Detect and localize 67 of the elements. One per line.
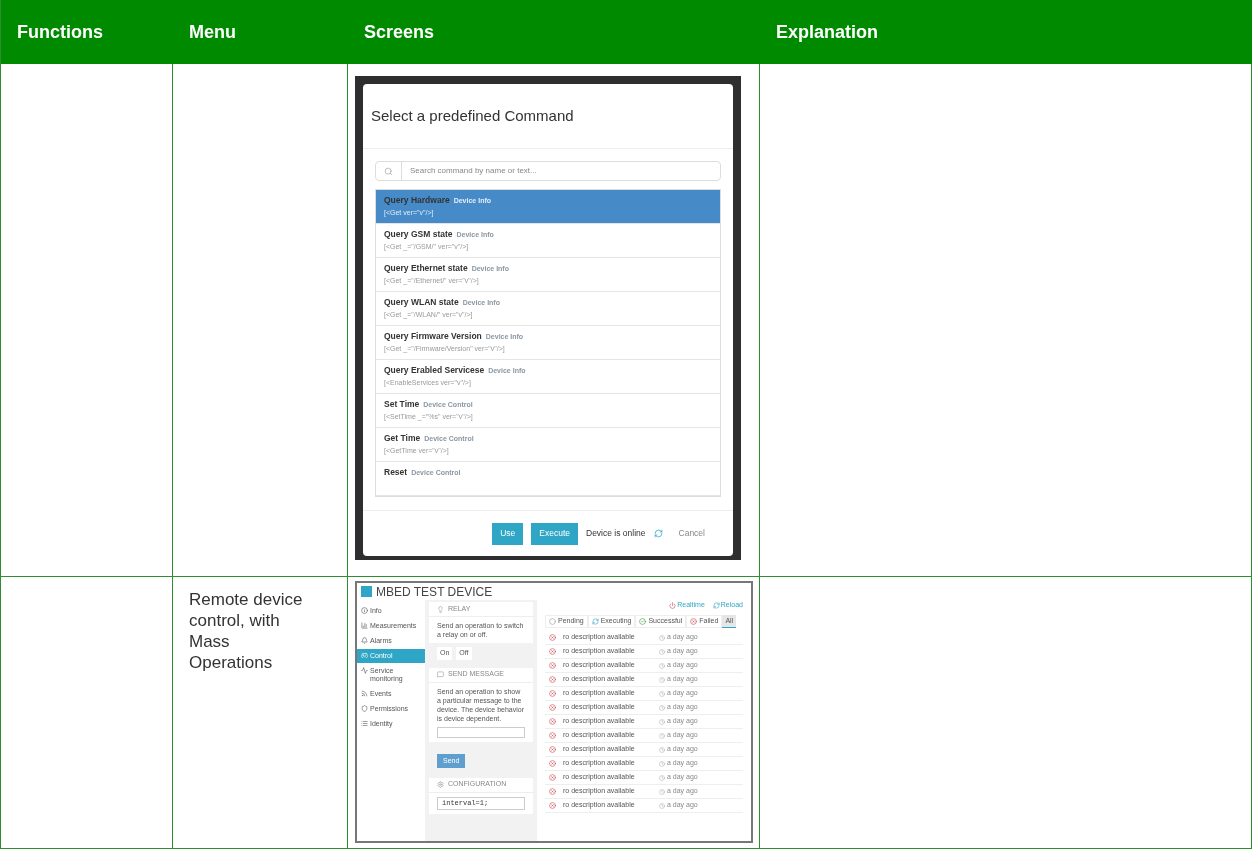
gear-icon	[437, 781, 444, 788]
x-circle-icon	[690, 618, 698, 625]
refresh-icon[interactable]	[653, 529, 663, 538]
column-heading: Menu	[189, 20, 236, 44]
command-name: Query WLAN state	[384, 298, 459, 307]
clock-icon	[659, 662, 665, 669]
search-input[interactable]: Search command by name or text...	[402, 165, 720, 177]
clock-icon	[659, 732, 665, 739]
command-name: Get Time	[384, 434, 421, 443]
device-title: MBED TEST DEVICE	[376, 583, 493, 601]
clock-icon	[659, 774, 665, 781]
command-name: Query Hardware	[384, 196, 450, 205]
check-circle-icon	[639, 618, 647, 625]
search-field[interactable]: Search command by name or text...	[375, 161, 721, 181]
dialog-title: Select a predefined Command	[371, 107, 574, 124]
x-circle-icon	[548, 648, 556, 655]
x-circle-icon	[548, 774, 556, 781]
cancel-button[interactable]: Cancel	[670, 522, 713, 545]
bar-chart-icon	[361, 622, 368, 629]
device-square-icon	[361, 586, 372, 597]
gamepad-icon	[361, 652, 368, 659]
command-name: Set Time	[384, 400, 420, 409]
speech-bubble-icon	[437, 671, 444, 678]
bulb-icon	[437, 605, 444, 613]
cell-text: Remote device control, with Mass Operations	[188, 589, 304, 673]
command-name: Reset	[384, 468, 408, 477]
x-circle-icon	[548, 690, 556, 697]
feed-icon	[361, 690, 368, 697]
clock-icon	[659, 788, 665, 795]
command-name: Query GSM state	[384, 230, 453, 239]
x-circle-icon	[548, 802, 556, 809]
x-circle-icon	[548, 662, 556, 669]
refresh-icon	[712, 602, 720, 609]
shield-icon	[361, 705, 368, 712]
status-text: Device is online	[586, 527, 646, 540]
x-circle-icon	[548, 746, 556, 753]
x-circle-icon	[548, 634, 556, 641]
command-name: Query Erabled Servicese	[384, 366, 485, 375]
message-field[interactable]	[437, 726, 525, 738]
clock-icon	[659, 718, 665, 725]
command-name: Query Ethernet state	[384, 264, 468, 273]
x-circle-icon	[548, 732, 556, 739]
x-circle-icon	[548, 704, 556, 711]
list-icon	[361, 720, 368, 727]
pulse-icon	[361, 667, 368, 674]
clock-icon	[659, 690, 665, 697]
x-circle-icon	[548, 676, 556, 683]
search-icon	[384, 166, 393, 176]
x-circle-icon	[548, 718, 556, 725]
refresh-icon	[591, 618, 599, 625]
x-circle-icon	[548, 788, 556, 795]
circle-icon	[549, 618, 556, 625]
clock-icon	[659, 634, 665, 641]
bell-icon	[361, 637, 368, 644]
clock-icon	[659, 802, 665, 809]
column-heading: Screens	[364, 20, 435, 44]
column-heading: Functions	[17, 20, 103, 44]
info-icon	[361, 607, 368, 614]
command-name: Query Firmware Version	[384, 332, 482, 341]
clock-icon	[659, 760, 665, 767]
clock-icon	[659, 648, 665, 655]
clock-icon	[659, 676, 665, 683]
x-circle-icon	[548, 760, 556, 767]
clock-icon	[659, 746, 665, 753]
power-icon	[669, 602, 677, 609]
clock-icon	[659, 704, 665, 711]
column-heading: Explanation	[776, 20, 878, 44]
